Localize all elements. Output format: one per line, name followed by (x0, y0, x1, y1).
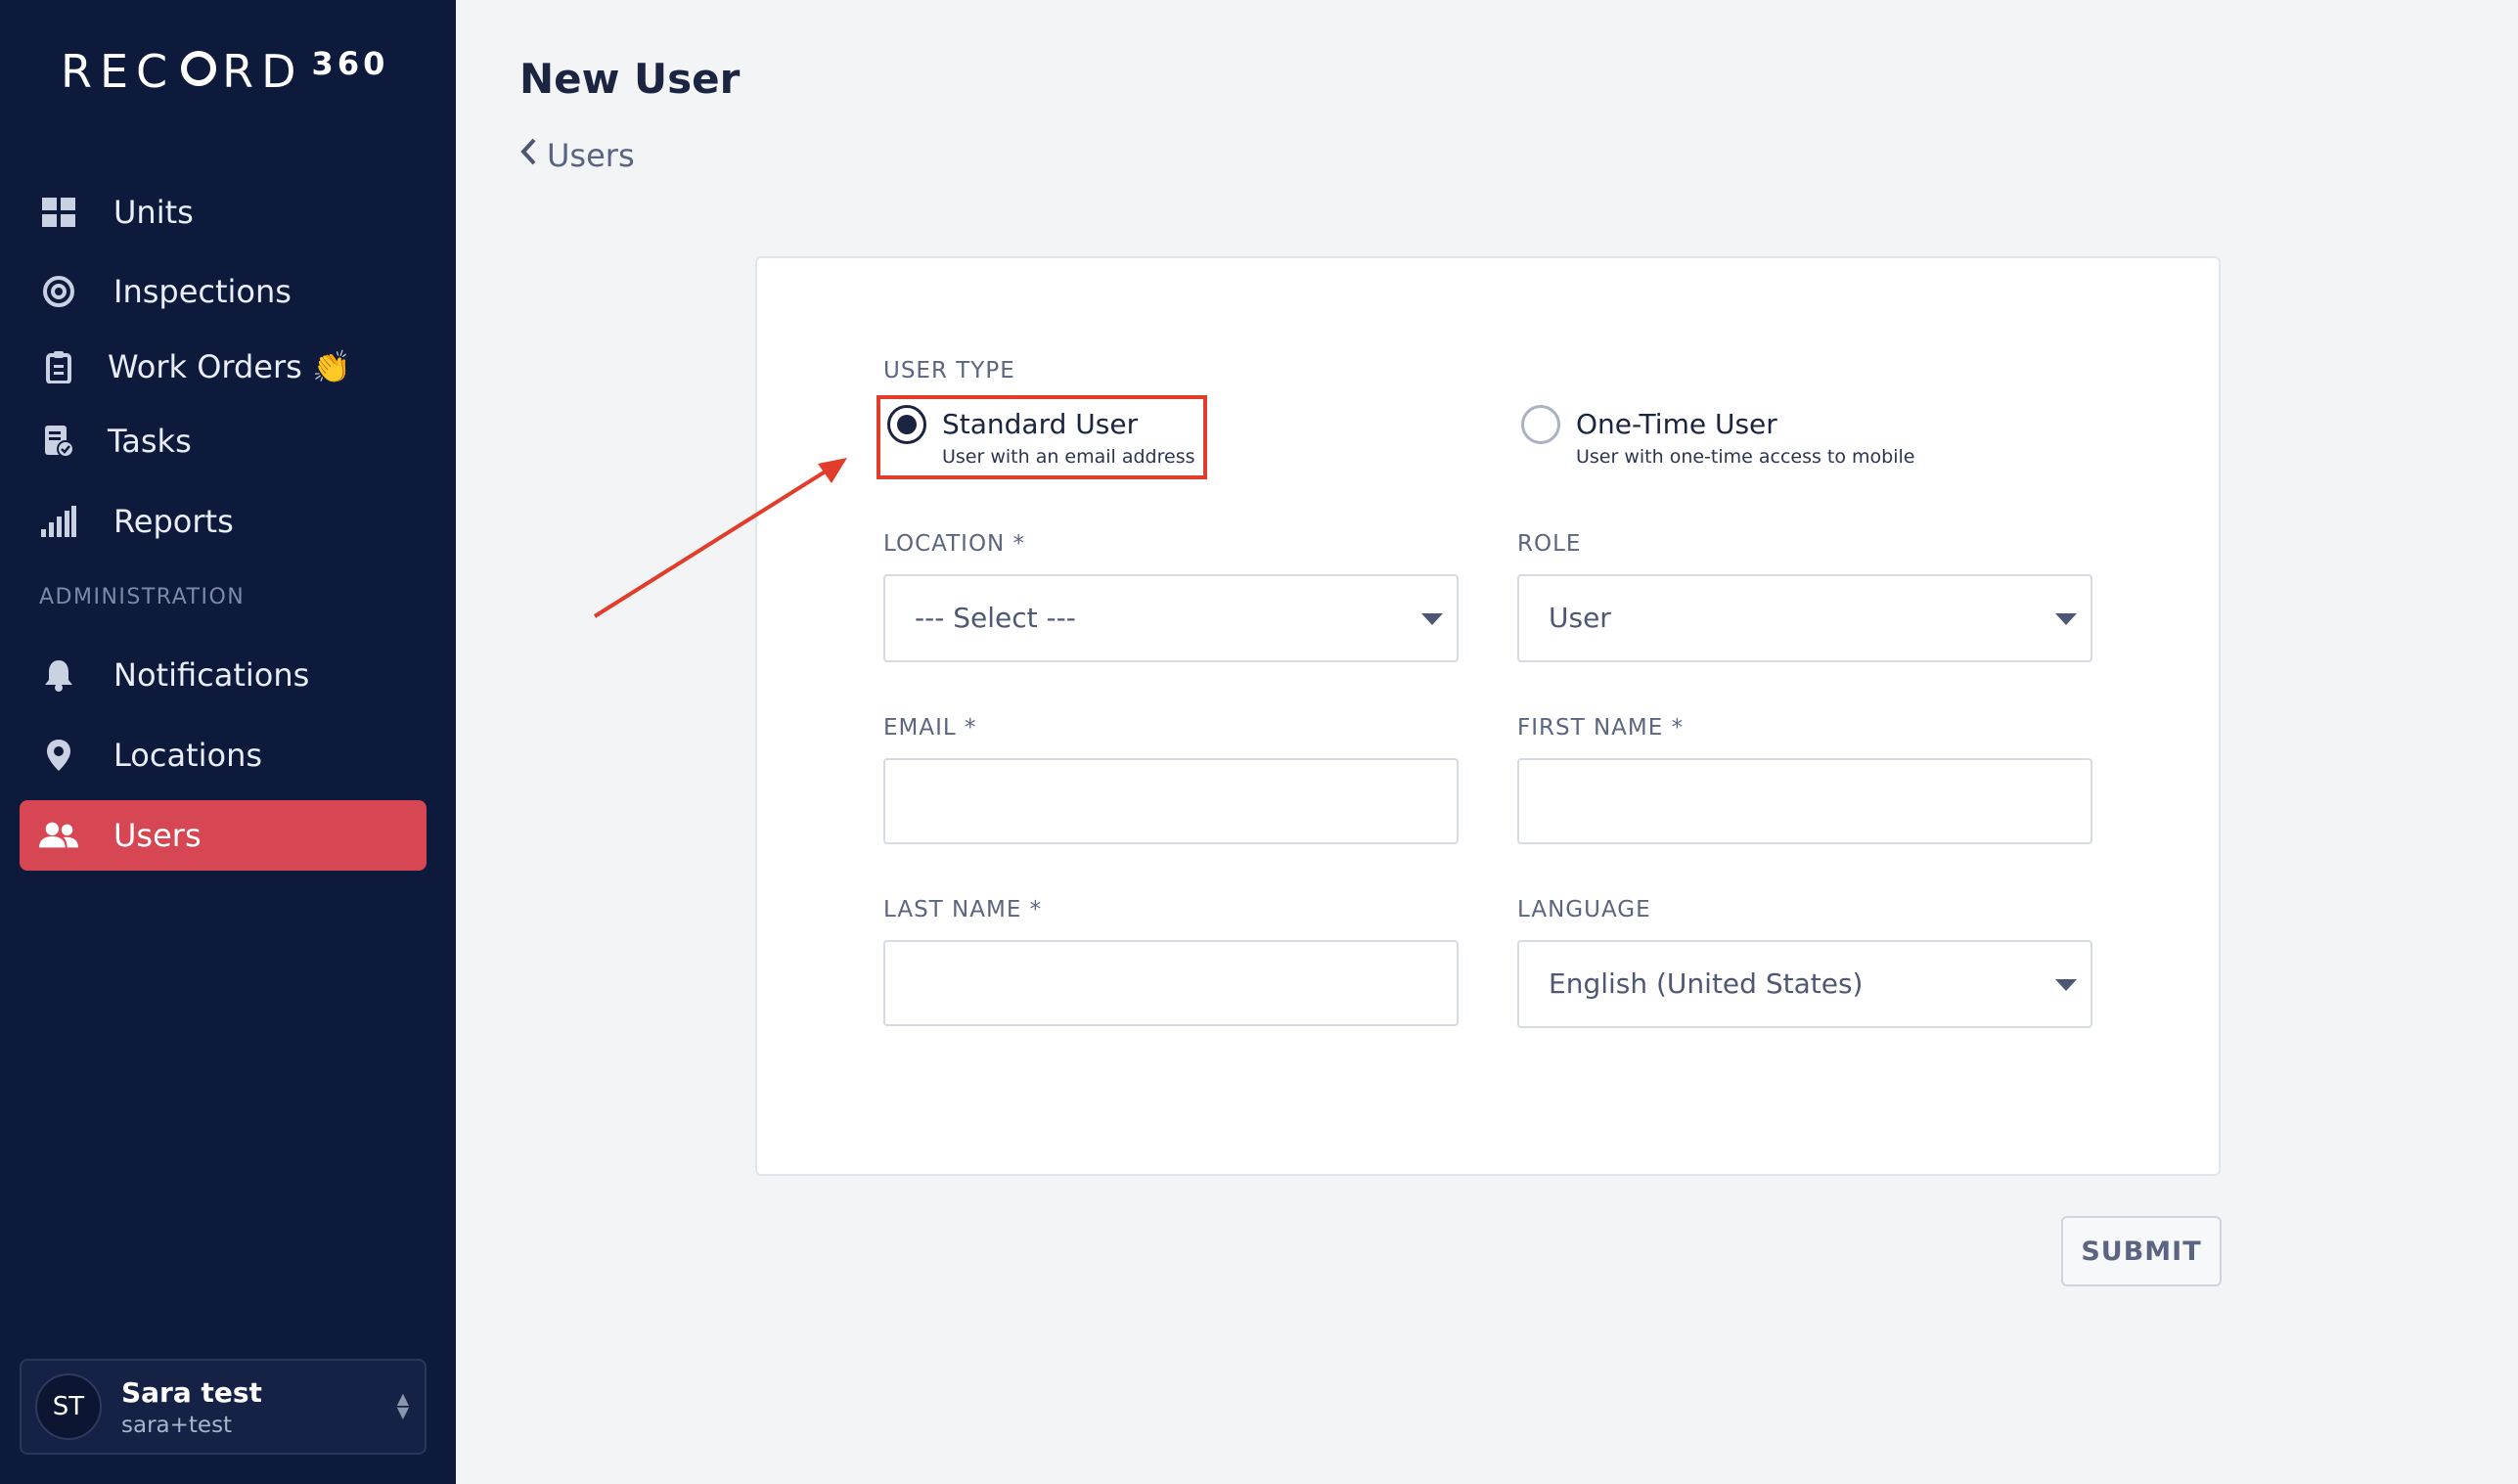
role-select-value: User (1549, 602, 1611, 634)
sidebar-section-administration: ADMINISTRATION (39, 585, 246, 609)
caret-down-icon (1421, 613, 1443, 625)
clipboard-icon (39, 347, 78, 386)
sidebar-item-locations[interactable]: Locations (20, 720, 427, 790)
user-type-label: USER TYPE (883, 358, 1015, 383)
logo-text-start: REC (61, 45, 176, 98)
user-email: sara+test (121, 1412, 233, 1438)
sidebar-item-users[interactable]: Users (20, 800, 427, 871)
language-select[interactable]: English (United States) (1517, 940, 2092, 1028)
back-link-label: Users (547, 137, 635, 174)
annotation-arrow-icon (593, 458, 847, 618)
first-name-label: FIRST NAME * (1517, 715, 1685, 741)
user-name: Sara test (121, 1375, 262, 1409)
radio-description: User with one-time access to mobile (1576, 446, 1915, 468)
sidebar-item-label: Inspections (113, 273, 292, 310)
radio-button-one-time[interactable] (1521, 405, 1560, 444)
submit-button[interactable]: SUBMIT (2061, 1216, 2222, 1286)
sidebar-item-label: Reports (113, 503, 234, 540)
bar-chart-icon (39, 502, 78, 541)
users-icon (39, 816, 78, 855)
map-pin-icon (39, 736, 78, 775)
sidebar-item-label: Units (113, 194, 194, 231)
task-list-icon (39, 422, 78, 461)
sidebar-item-work-orders[interactable]: Work Orders 👏 (20, 332, 427, 402)
sidebar-item-inspections[interactable]: Inspections (20, 256, 427, 327)
logo-ring-icon (181, 51, 217, 86)
radio-one-time-user[interactable]: One-Time User User with one-time access … (1521, 405, 1915, 468)
caret-down-icon (2055, 613, 2077, 625)
grid-icon (39, 193, 78, 232)
email-label: EMAIL * (883, 715, 977, 741)
back-link-users[interactable]: Users (519, 137, 635, 174)
app-logo[interactable]: REC RD 360 (61, 47, 388, 96)
role-select[interactable]: User (1517, 574, 2092, 662)
location-label: LOCATION * (883, 531, 1026, 557)
sidebar-item-label: Notifications (113, 656, 310, 694)
sidebar-item-tasks[interactable]: Tasks (20, 406, 427, 476)
last-name-label: LAST NAME * (883, 897, 1043, 922)
location-select-value: --- Select --- (915, 602, 1076, 634)
user-account-switcher[interactable]: ST Sara test sara+test ▲ ▼ (20, 1359, 427, 1455)
sidebar-item-label: Work Orders 👏 (108, 348, 351, 385)
page-title: New User (519, 55, 741, 103)
language-select-value: English (United States) (1549, 967, 1864, 1000)
chevron-up-down-icon: ▲ ▼ (396, 1389, 409, 1421)
sidebar-item-label: Locations (113, 737, 263, 774)
logo-number: 360 (311, 45, 389, 82)
sidebar: REC RD 360 Units Inspections Work Orders… (0, 0, 456, 1484)
annotation-highlight-box (877, 395, 1207, 479)
sidebar-item-reports[interactable]: Reports (20, 486, 427, 557)
sidebar-item-units[interactable]: Units (20, 177, 427, 247)
sidebar-item-notifications[interactable]: Notifications (20, 640, 427, 710)
location-select[interactable]: --- Select --- (883, 574, 1459, 662)
email-field[interactable] (883, 758, 1459, 844)
avatar: ST (35, 1373, 102, 1440)
logo-text-end: RD (222, 45, 304, 98)
bell-icon (39, 655, 78, 695)
radio-title: One-Time User (1576, 408, 1777, 440)
sidebar-item-label: Users (113, 817, 202, 854)
language-label: LANGUAGE (1517, 897, 1651, 922)
chevron-left-icon (519, 137, 537, 174)
role-label: ROLE (1517, 531, 1582, 557)
last-name-field[interactable] (883, 940, 1459, 1026)
sidebar-item-label: Tasks (108, 423, 192, 460)
caret-down-icon (2055, 979, 2077, 991)
first-name-field[interactable] (1517, 758, 2092, 844)
target-icon (39, 272, 78, 311)
